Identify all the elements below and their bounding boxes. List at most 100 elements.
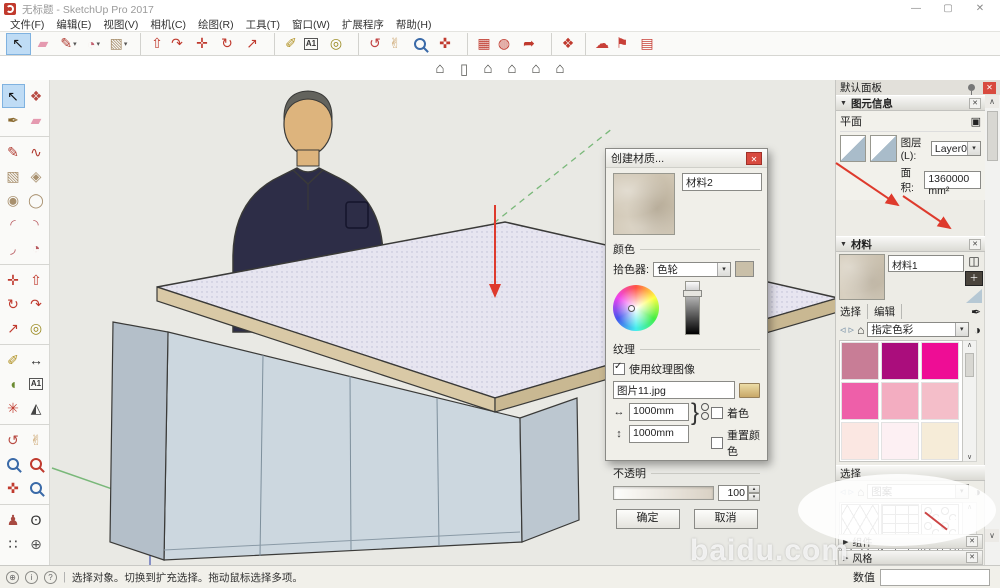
view-front[interactable]: ⌂	[477, 60, 499, 77]
back-face-swatch[interactable]	[870, 135, 896, 162]
dimension-tool[interactable]: ↔	[25, 348, 48, 372]
swatch-pink[interactable]	[841, 382, 879, 420]
select-tool[interactable]: ↖	[2, 84, 25, 108]
entity-info-header[interactable]: ▼ 图元信息 ✕	[836, 95, 985, 111]
offset-tool[interactable]: ◎	[324, 33, 349, 55]
pin-icon[interactable]	[968, 84, 975, 91]
two-point-arc-tool[interactable]: ◝	[25, 212, 48, 236]
view-back[interactable]: ⌂	[525, 60, 547, 77]
scroll-up-button[interactable]: ∧	[985, 95, 999, 108]
help-icon[interactable]: ?	[44, 571, 57, 584]
menu-window[interactable]: 窗口(W)	[286, 17, 336, 32]
entity-info-close-button[interactable]: ✕	[969, 98, 981, 109]
secondary-pane-toggle-icon[interactable]: ◫	[968, 254, 979, 268]
color-wheel[interactable]	[613, 285, 659, 331]
arc-tool[interactable]: ◔ ▾	[81, 33, 106, 55]
zoom-extents-tool[interactable]: ✜	[2, 476, 25, 500]
add-location-tool[interactable]: ▦	[467, 33, 492, 55]
swatch-cream[interactable]	[921, 422, 959, 460]
scale-tool[interactable]: ↗	[2, 316, 25, 340]
default-panel-header[interactable]: 默认面板 ✕	[836, 80, 1000, 95]
push-pull-tool[interactable]: ⇧	[25, 268, 48, 292]
view-right[interactable]: ⌂	[501, 60, 523, 77]
position-camera-tool[interactable]: ♟	[2, 508, 25, 532]
view-left[interactable]: ⌂	[549, 60, 571, 77]
polygon-tool[interactable]: ◯	[25, 188, 48, 212]
opacity-value-input[interactable]: 100	[718, 485, 748, 501]
materials-header[interactable]: ▼ 材料 ✕	[836, 236, 985, 252]
pie-tool[interactable]: ◔	[25, 236, 48, 260]
front-face-swatch[interactable]	[840, 135, 866, 162]
move-tool[interactable]: ✛	[190, 33, 215, 55]
rotate-tool[interactable]: ↻	[2, 292, 25, 316]
zoom-tool[interactable]	[408, 33, 433, 55]
panel-styles[interactable]: ▶ 风格 ✕	[838, 550, 983, 565]
menu-camera[interactable]: 相机(C)	[144, 17, 192, 32]
sample-paint-icon[interactable]	[966, 289, 982, 303]
opacity-slider[interactable]	[613, 486, 714, 500]
view-top[interactable]: ▯	[453, 60, 475, 78]
tab-edit[interactable]: 编辑	[868, 304, 902, 319]
protractor-tool[interactable]: ◖	[2, 372, 25, 396]
minimize-button[interactable]: —	[900, 0, 932, 18]
paint-bucket-tool[interactable]: ✒	[2, 108, 25, 132]
collection-dropdown[interactable]: 指定色彩 ▾	[867, 322, 968, 337]
material-name-input[interactable]: 材料2	[682, 173, 762, 191]
texture-width-input[interactable]: 1000mm	[629, 403, 689, 421]
in-model-icon[interactable]: ⌂	[857, 323, 864, 337]
select-tool[interactable]: ↖	[6, 33, 31, 55]
menu-file[interactable]: 文件(F)	[4, 17, 50, 32]
make-component-tool[interactable]: ❖	[25, 84, 48, 108]
extension-warehouse-tool[interactable]: ❖	[551, 33, 576, 55]
push-pull-tool[interactable]: ⇧	[140, 33, 165, 55]
eraser-tool[interactable]: ▰	[25, 108, 48, 132]
share-model-tool[interactable]: ⚑	[610, 33, 635, 55]
details-icon[interactable]: ▣	[971, 115, 981, 128]
circle-tool[interactable]: ◉	[2, 188, 25, 212]
credits-icon[interactable]: i	[25, 571, 38, 584]
text-tool[interactable]: A1	[299, 33, 324, 55]
back-arrow-icon[interactable]: ◃	[840, 323, 846, 336]
view-iso[interactable]: ⌂	[429, 60, 451, 77]
opacity-down-button[interactable]: ▾	[748, 493, 760, 501]
menu-tools[interactable]: 工具(T)	[240, 17, 286, 32]
color-wheel-marker[interactable]	[628, 305, 635, 312]
orbit-tool[interactable]: ↺	[2, 428, 25, 452]
panel-close-button[interactable]: ✕	[966, 536, 978, 547]
panel-close-button[interactable]: ✕	[983, 82, 996, 94]
texture-file-input[interactable]: 图片11.jpg	[613, 381, 735, 399]
pan-tool[interactable]: ✌	[383, 33, 408, 55]
3d-text-tool[interactable]: ◭	[25, 396, 48, 420]
zoom-window-tool[interactable]	[25, 452, 48, 476]
ok-button[interactable]: 确定	[616, 509, 680, 529]
send-to-layout-tool[interactable]: ➦	[517, 33, 542, 55]
rectangle-tool[interactable]: ▧	[2, 164, 25, 188]
swatch-pale-pink[interactable]	[921, 382, 959, 420]
layer-dropdown[interactable]: Layer0 ▾	[931, 141, 981, 156]
measurements-input[interactable]	[880, 569, 990, 586]
scroll-down-button[interactable]: ∨	[985, 529, 999, 542]
line-tool[interactable]: ✎	[2, 140, 25, 164]
menu-help[interactable]: 帮助(H)	[390, 17, 438, 32]
dialog-close-button[interactable]: ✕	[746, 152, 762, 165]
active-material-name[interactable]: 材料1	[888, 255, 964, 272]
forward-arrow-icon[interactable]: ▹	[849, 323, 855, 336]
value-slider[interactable]	[685, 281, 700, 335]
geolocation-icon[interactable]: ⊕	[6, 571, 19, 584]
pan-tool[interactable]: ✌	[25, 428, 48, 452]
colorize-checkbox[interactable]	[711, 407, 723, 419]
axes-tool[interactable]: ✳	[2, 396, 25, 420]
look-around-tool[interactable]: ʘ	[25, 508, 48, 532]
maximize-button[interactable]: ▢	[932, 0, 964, 18]
dialog-titlebar[interactable]: 创建材质... ✕	[606, 149, 767, 168]
menu-draw[interactable]: 绘图(R)	[192, 17, 240, 32]
zoom-previous-tool[interactable]	[25, 476, 48, 500]
aspect-lock-icon[interactable]	[701, 403, 709, 459]
panel-close-button[interactable]: ✕	[966, 552, 978, 563]
eraser-tool[interactable]: ▰	[31, 33, 56, 55]
sample-paint-secondary-icon[interactable]: ◑	[974, 323, 981, 337]
follow-me-tool[interactable]: ↷	[165, 33, 190, 55]
create-material-button[interactable]: ＋	[965, 271, 983, 286]
rotate-tool[interactable]: ↻	[215, 33, 240, 55]
eyedropper-icon[interactable]: ✒	[971, 305, 981, 319]
